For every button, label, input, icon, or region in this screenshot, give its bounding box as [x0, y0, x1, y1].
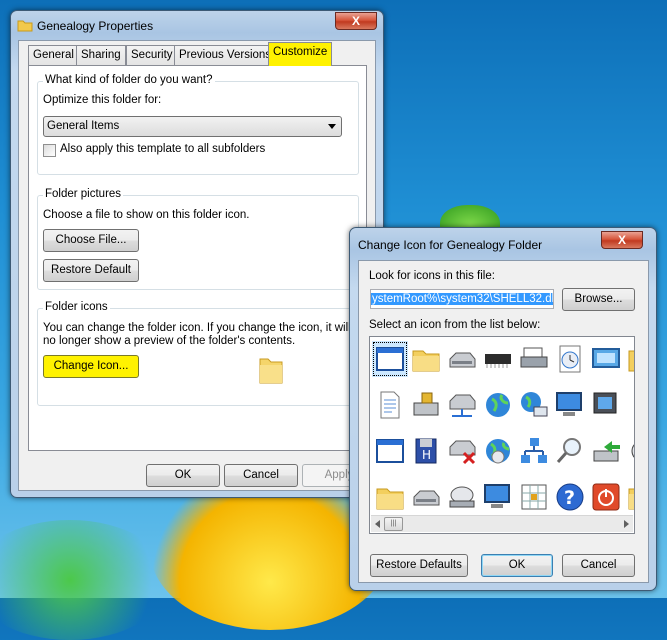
clock-icon[interactable]: [554, 343, 586, 375]
folder-icon: [17, 20, 33, 32]
optimize-dropdown[interactable]: General Items: [43, 116, 342, 137]
svg-text:?: ?: [564, 487, 575, 509]
horizontal-scrollbar[interactable]: |||: [371, 515, 633, 532]
properties-client: General Sharing Security Previous Versio…: [18, 40, 376, 491]
monitor-icon[interactable]: [590, 389, 622, 421]
tab-previous-versions[interactable]: Previous Versions: [174, 45, 277, 66]
scroll-thumb[interactable]: |||: [384, 517, 403, 531]
tab-customize[interactable]: Customize: [268, 42, 333, 66]
restore-defaults-button[interactable]: Restore Defaults: [370, 554, 468, 577]
display-icon[interactable]: [590, 343, 622, 375]
browse-button[interactable]: Browse...: [562, 288, 635, 311]
network-icon[interactable]: [518, 435, 550, 467]
folder-icons-description-2: no longer show a preview of the folder's…: [43, 335, 296, 347]
customize-panel: What kind of folder do you want? Optimiz…: [28, 65, 367, 451]
folder-cut-icon[interactable]: [626, 343, 634, 375]
change-icon-client: Look for icons in this file: ystemRoot%\…: [358, 260, 649, 583]
choose-file-button[interactable]: Choose File...: [43, 229, 139, 252]
globe-icon[interactable]: [482, 389, 514, 421]
svg-text:H: H: [422, 448, 431, 462]
network-drive-error-icon[interactable]: [446, 435, 478, 467]
cd-globe-icon[interactable]: [482, 435, 514, 467]
change-icon-titlebar[interactable]: Change Icon for Genealogy Folder X: [350, 228, 656, 256]
shortcut-icon[interactable]: [626, 389, 634, 421]
folder-icon[interactable]: [374, 481, 406, 513]
folder-kind-title: What kind of folder do you want?: [43, 74, 215, 86]
cd-drive-icon[interactable]: [446, 481, 478, 513]
properties-titlebar[interactable]: Genealogy Properties X: [11, 11, 383, 39]
change-icon-dialog: Change Icon for Genealogy Folder X Look …: [349, 227, 657, 591]
cd-icon[interactable]: [626, 435, 634, 467]
folder-icons-group: Folder icons You can change the folder i…: [37, 301, 359, 406]
subfolders-label[interactable]: Also apply this template to all subfolde…: [60, 143, 265, 155]
file-path-value: ystemRoot%\system32\SHELL32.dll: [371, 293, 553, 305]
folder-kind-group: What kind of folder do you want? Optimiz…: [37, 74, 359, 175]
properties-title: Genealogy Properties: [37, 19, 154, 33]
drive-icon[interactable]: [410, 481, 442, 513]
floppy-icon[interactable]: H: [410, 435, 442, 467]
network-globe-icon[interactable]: [518, 389, 550, 421]
window-icon[interactable]: [373, 342, 407, 376]
tab-sharing[interactable]: Sharing: [76, 45, 126, 66]
folder-pictures-description: Choose a file to show on this folder ico…: [43, 209, 250, 221]
computer-icon[interactable]: [554, 389, 586, 421]
document-icon[interactable]: [374, 389, 406, 421]
folder-preview-icon: [259, 358, 283, 384]
folder-icon[interactable]: [410, 343, 442, 375]
folder-pictures-group: Folder pictures Choose a file to show on…: [37, 188, 359, 290]
power-icon[interactable]: [590, 481, 622, 513]
change-icon-button[interactable]: Change Icon...: [43, 355, 139, 378]
drive-arrow-icon[interactable]: [590, 435, 622, 467]
folder-icon[interactable]: [626, 481, 634, 513]
help-icon[interactable]: ?: [554, 481, 586, 513]
table-icon[interactable]: [518, 481, 550, 513]
file-path-input[interactable]: ystemRoot%\system32\SHELL32.dll: [370, 289, 554, 309]
chevron-down-icon: [328, 124, 336, 129]
look-for-label: Look for icons in this file:: [369, 270, 495, 282]
ok-button[interactable]: OK: [146, 464, 220, 487]
ok-button[interactable]: OK: [481, 554, 553, 577]
window-icon[interactable]: [374, 435, 406, 467]
restore-default-button[interactable]: Restore Default: [43, 259, 139, 282]
cancel-button[interactable]: Cancel: [562, 554, 635, 577]
folder-icons-title: Folder icons: [43, 301, 110, 313]
drive-icon[interactable]: [446, 343, 478, 375]
computer-icon[interactable]: [482, 481, 514, 513]
network-drive-icon[interactable]: [446, 389, 478, 421]
folder-icons-description-1: You can change the folder icon. If you c…: [43, 322, 351, 334]
properties-dialog: Genealogy Properties X General Sharing S…: [10, 10, 384, 498]
drive-install-icon[interactable]: [410, 389, 442, 421]
tab-security[interactable]: Security: [126, 45, 178, 66]
close-button[interactable]: X: [335, 12, 377, 30]
select-icon-label: Select an icon from the list below:: [369, 319, 541, 331]
close-button[interactable]: X: [601, 231, 643, 249]
scroll-left-icon[interactable]: [375, 520, 380, 528]
memory-chip-icon[interactable]: [482, 343, 514, 375]
search-icon[interactable]: [554, 435, 586, 467]
scroll-right-icon[interactable]: [624, 520, 629, 528]
tab-general[interactable]: General: [28, 45, 79, 66]
change-icon-title: Change Icon for Genealogy Folder: [358, 238, 543, 252]
optimize-value: General Items: [47, 120, 120, 132]
desktop-grass: [0, 520, 170, 640]
optimize-label: Optimize this folder for:: [43, 94, 162, 106]
printer-icon[interactable]: [518, 343, 550, 375]
cancel-button[interactable]: Cancel: [224, 464, 298, 487]
icon-list[interactable]: ? H |||: [369, 336, 635, 534]
subfolders-checkbox[interactable]: [43, 144, 56, 157]
folder-pictures-title: Folder pictures: [43, 188, 124, 200]
